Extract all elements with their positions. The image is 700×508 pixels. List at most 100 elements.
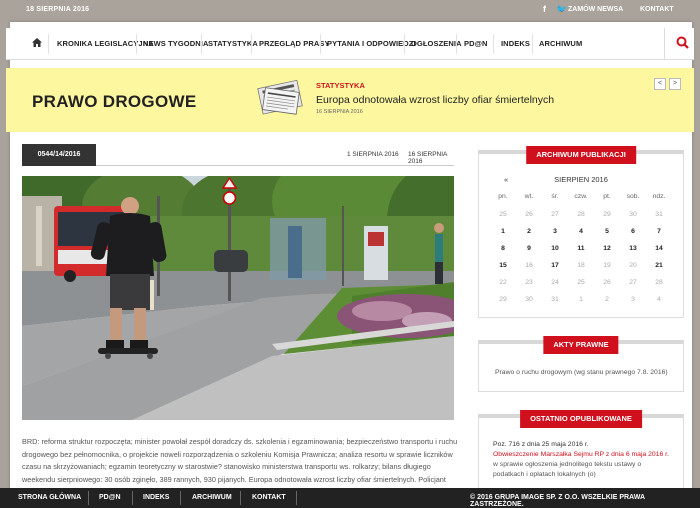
calendar-day: 31 xyxy=(551,296,559,303)
calendar-day: 22 xyxy=(499,279,507,286)
footer-separator xyxy=(88,491,89,505)
calendar-day[interactable]: 6 xyxy=(620,228,646,235)
main-nav: KRONIKA LEGISLACYJNA NEWS TYGODNIA STATY… xyxy=(6,28,694,60)
calendar-day[interactable]: 1 xyxy=(490,228,516,235)
news-date: 16 SIERPNIA 2016 xyxy=(316,109,363,115)
calendar-day[interactable]: 21 xyxy=(646,262,672,269)
footer-home-link[interactable]: STRONA GŁÓWNA xyxy=(18,494,81,501)
nav-item-indeks[interactable]: INDEKS xyxy=(501,39,530,48)
nav-item-przeglad[interactable]: PRZEGLĄD PRASY xyxy=(259,39,330,48)
twitter-icon[interactable]: 🐦 xyxy=(556,4,567,15)
newspaper-icon xyxy=(254,78,308,116)
calendar-day[interactable]: 13 xyxy=(620,245,646,252)
article-date-start: 1 SIERPNIA 2016 xyxy=(347,151,399,158)
calendar-day[interactable]: 17 xyxy=(542,262,568,269)
calendar-day: 28 xyxy=(577,211,585,218)
article-info-bar: 0544/14/2016 1 SIERPNIA 2016 16 SIERPNIA… xyxy=(22,144,454,166)
nav-separator xyxy=(532,34,533,54)
calendar-day[interactable]: 8 xyxy=(490,245,516,252)
footer-separator xyxy=(180,491,181,505)
nav-item-archiwum[interactable]: ARCHIWUM xyxy=(539,39,582,48)
calendar-weekday: pt. xyxy=(603,193,611,200)
nav-separator xyxy=(201,34,202,54)
subscribe-link[interactable]: ZAMÓW NEWSA xyxy=(568,6,623,13)
latest-panel: OSTATNIO OPUBLIKOWANE Poz. 716 z dnia 25… xyxy=(478,410,684,494)
nav-separator xyxy=(48,34,49,54)
article-code: 0544/14/2016 xyxy=(22,144,96,166)
contact-link[interactable]: KONTAKT xyxy=(640,6,674,13)
calendar-day: 16 xyxy=(525,262,533,269)
calendar-day: 24 xyxy=(551,279,559,286)
calendar-day[interactable]: 14 xyxy=(646,245,672,252)
nav-item-pytania[interactable]: PYTANIA I ODPOWIEDZI xyxy=(327,39,416,48)
nav-item-ogloszenia[interactable]: OGŁOSZENIA xyxy=(411,39,462,48)
calendar-weekday: pn. xyxy=(498,193,508,200)
calendar-day: 27 xyxy=(551,211,559,218)
chevron-left-icon[interactable]: < xyxy=(654,78,666,90)
facebook-icon[interactable]: f xyxy=(543,4,546,14)
calendar-day[interactable]: 11 xyxy=(568,245,594,252)
calendar-day: 3 xyxy=(631,296,635,303)
article-date-end: 16 SIERPNIA 2016 xyxy=(408,151,448,165)
calendar-day: 30 xyxy=(525,296,533,303)
calendar-day[interactable]: 12 xyxy=(594,245,620,252)
calendar-day[interactable]: 7 xyxy=(646,228,672,235)
current-date: 18 SIERPNIA 2016 xyxy=(26,6,90,13)
footer-separator xyxy=(132,491,133,505)
news-headline[interactable]: Europa odnotowała wzrost liczby ofiar śm… xyxy=(316,94,554,106)
footer-copyright: © 2016 GRUPA IMAGE SP. Z O.O. WSZELKIE P… xyxy=(470,494,645,508)
nav-separator xyxy=(136,34,137,54)
calendar-day[interactable]: 9 xyxy=(516,245,542,252)
nav-item-news[interactable]: NEWS TYGODNIA xyxy=(143,39,208,48)
footer-pdan-link[interactable]: PD@N xyxy=(99,494,121,501)
footer-separator xyxy=(240,491,241,505)
calendar-day[interactable]: 5 xyxy=(594,228,620,235)
latest-item-position: Poz. 716 z dnia 25 maja 2016 r. xyxy=(493,441,589,448)
acts-item[interactable]: Prawo o ruchu drogowym (wg stanu prawneg… xyxy=(495,368,675,378)
acts-title: AKTY PRAWNE xyxy=(543,336,619,354)
calendar-day: 26 xyxy=(603,279,611,286)
section-banner: PRAWO DROGOWE STATYSTYKA Europa odnotowa… xyxy=(6,68,694,132)
nav-item-kronika[interactable]: KRONIKA LEGISLACYJNA xyxy=(57,39,154,48)
calendar-day: 25 xyxy=(499,211,507,218)
nav-separator xyxy=(320,34,321,54)
nav-separator xyxy=(251,34,252,54)
acts-panel: AKTY PRAWNE Prawo o ruchu drogowym (wg s… xyxy=(478,336,684,392)
search-icon[interactable] xyxy=(676,36,689,49)
calendar-weekday: sob. xyxy=(626,193,640,200)
calendar-day[interactable]: 2 xyxy=(516,228,542,235)
calendar-day: 4 xyxy=(657,296,661,303)
nav-item-pdan[interactable]: PD@N xyxy=(464,39,488,48)
calendar-day: 23 xyxy=(525,279,533,286)
calendar-weekday: ndz. xyxy=(652,193,666,200)
news-category[interactable]: STATYSTYKA xyxy=(316,81,365,90)
calendar-day[interactable]: 10 xyxy=(542,245,568,252)
calendar-day: 25 xyxy=(577,279,585,286)
calendar-day: 31 xyxy=(655,211,663,218)
home-icon[interactable] xyxy=(32,38,42,50)
footer-indeks-link[interactable]: INDEKS xyxy=(143,494,169,501)
chevron-right-icon[interactable]: > xyxy=(669,78,681,90)
latest-item-link[interactable]: Obwieszczenie Marszałka Sejmu RP z dnia … xyxy=(493,450,673,460)
calendar-day: 20 xyxy=(629,262,637,269)
calendar-day: 2 xyxy=(605,296,609,303)
calendar-weekday: czw. xyxy=(574,193,588,200)
calendar-day: 27 xyxy=(629,279,637,286)
footer-archiwum-link[interactable]: ARCHIWUM xyxy=(192,494,232,501)
archive-title: ARCHIWUM PUBLIKACJI xyxy=(526,146,636,164)
footer-contact-link[interactable]: KONTAKT xyxy=(252,494,286,501)
calendar-weekday: śr. xyxy=(551,193,559,200)
footer-separator xyxy=(296,491,297,505)
calendar-day: 29 xyxy=(603,211,611,218)
calendar-day: 18 xyxy=(577,262,585,269)
footer: STRONA GŁÓWNA PD@N INDEKS ARCHIWUM KONTA… xyxy=(0,488,700,508)
calendar-day: 29 xyxy=(499,296,507,303)
calendar-month: SIERPIEN 2016 xyxy=(554,175,608,184)
calendar-day[interactable]: 4 xyxy=(568,228,594,235)
calendar-day[interactable]: 3 xyxy=(542,228,568,235)
calendar-day[interactable]: 15 xyxy=(490,262,516,269)
calendar-day: 26 xyxy=(525,211,533,218)
article-photo xyxy=(22,176,454,420)
nav-separator xyxy=(404,34,405,54)
calendar-day: 1 xyxy=(579,296,583,303)
